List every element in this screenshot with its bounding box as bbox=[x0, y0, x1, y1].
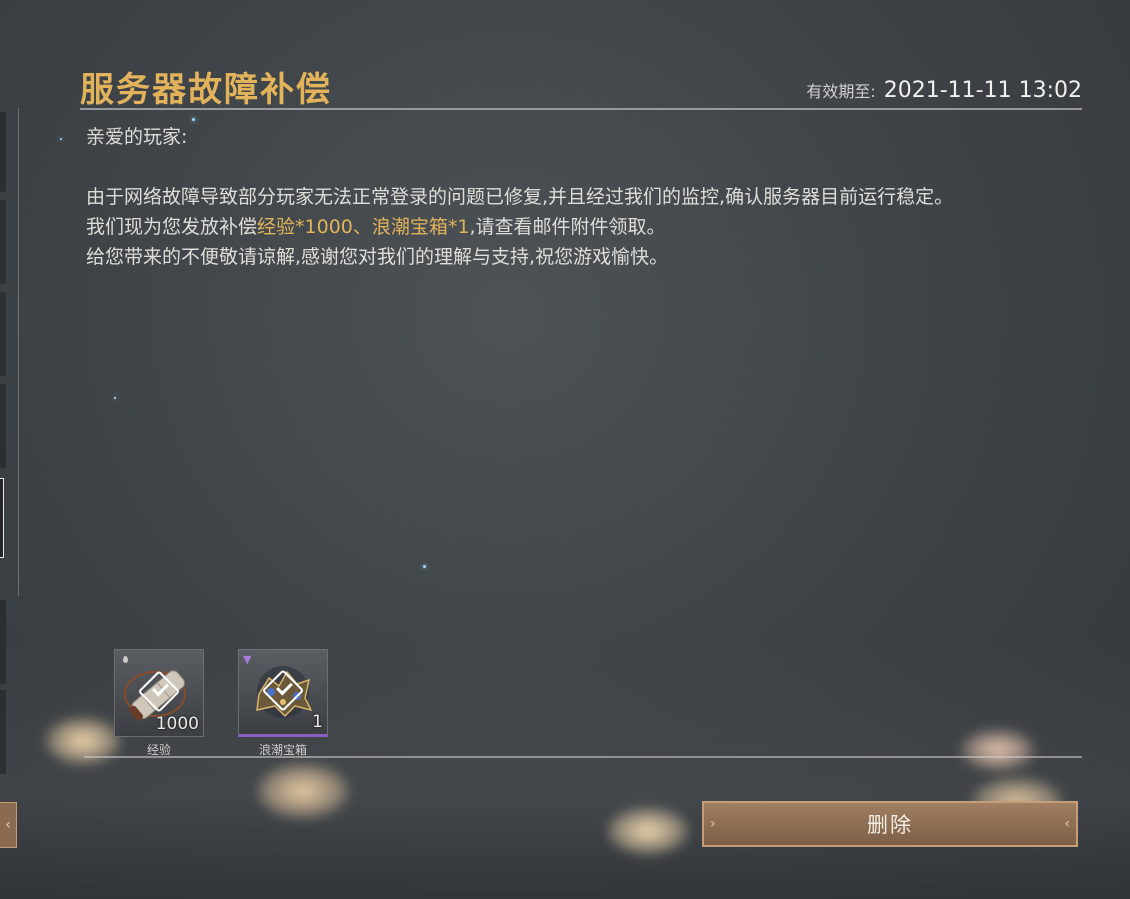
attachment-item[interactable]: 1000 经验 bbox=[114, 649, 204, 758]
mail-body: 亲爱的玩家: 由于网络故障导致部分玩家无法正常登录的问题已修复,并且经过我们的监… bbox=[86, 122, 1082, 272]
ornament-icon: › bbox=[710, 816, 716, 832]
sparkle bbox=[192, 118, 195, 121]
expire-info: 有效期至: 2021-11-11 13:02 bbox=[806, 78, 1082, 103]
body-text: 我们现为您发放补偿 bbox=[86, 216, 258, 238]
scroll-left-button[interactable]: ‹ bbox=[0, 802, 17, 848]
chevron-left-icon: ‹ bbox=[5, 817, 11, 833]
reward-highlight: 经验*1000、浪潮宝箱*1 bbox=[257, 216, 470, 238]
greeting: 亲爱的玩家: bbox=[86, 126, 188, 148]
expire-label: 有效期至: bbox=[806, 82, 876, 101]
sparkle bbox=[60, 138, 62, 140]
item-slot[interactable]: 1000 bbox=[114, 649, 204, 737]
lantern-glow bbox=[258, 764, 348, 818]
expire-date: 2021-11-11 13:02 bbox=[883, 78, 1082, 103]
item-count: 1 bbox=[312, 712, 323, 732]
mail-list-edge bbox=[0, 112, 6, 192]
body-paragraph: 由于网络故障导致部分玩家无法正常登录的问题已修复,并且经过我们的监控,确认服务器… bbox=[86, 186, 954, 208]
lantern-glow bbox=[608, 808, 688, 854]
title-divider bbox=[80, 108, 1082, 110]
mail-list-edge bbox=[0, 292, 6, 376]
mail-list-edge bbox=[0, 690, 6, 774]
item-count: 1000 bbox=[155, 714, 199, 734]
delete-button-label: 删除 bbox=[867, 813, 913, 837]
sparkle bbox=[423, 565, 426, 568]
delete-button[interactable]: › 删除 ‹ bbox=[702, 801, 1078, 847]
mail-title: 服务器故障补偿 bbox=[80, 70, 332, 110]
mail-list-selected-tab[interactable] bbox=[0, 478, 4, 558]
body-paragraph: 给您带来的不便敬请谅解,感谢您对我们的理解与支持,祝您游戏愉快。 bbox=[86, 246, 669, 268]
body-text: ,请查看邮件附件领取。 bbox=[469, 216, 666, 238]
attachment-list: 1000 经验 ▼ 1 浪潮宝箱 bbox=[114, 649, 328, 758]
mail-list-edge bbox=[0, 384, 6, 468]
divider bbox=[18, 108, 19, 596]
body-paragraph: 我们现为您发放补偿经验*1000、浪潮宝箱*1,请查看邮件附件领取。 bbox=[86, 212, 1082, 242]
attachment-divider bbox=[84, 756, 1082, 758]
sparkle bbox=[114, 397, 116, 399]
attachment-item[interactable]: ▼ 1 浪潮宝箱 bbox=[238, 649, 328, 758]
mail-list-edge bbox=[0, 200, 6, 284]
item-slot[interactable]: ▼ 1 bbox=[238, 649, 328, 737]
ornament-icon: ‹ bbox=[1064, 816, 1070, 832]
mail-list-edge bbox=[0, 600, 6, 684]
lantern-glow bbox=[962, 730, 1034, 770]
